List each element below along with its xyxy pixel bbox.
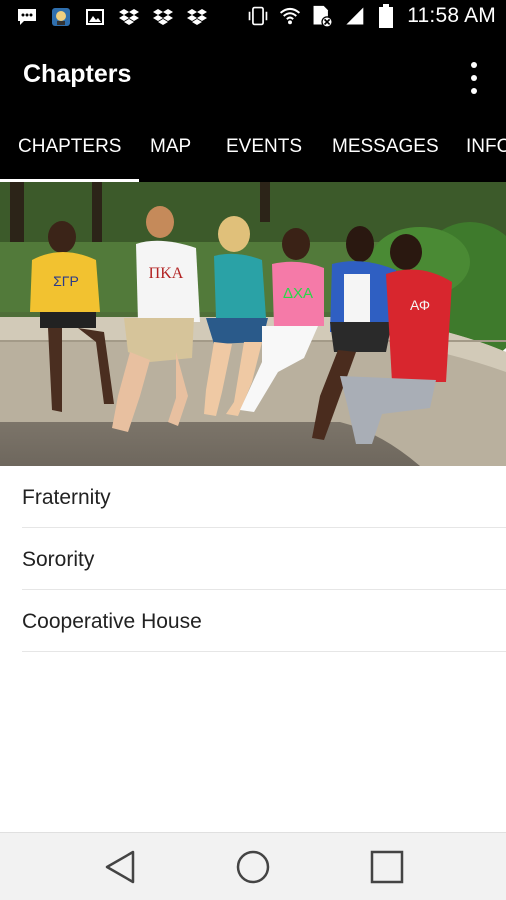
chapter-type-list: Fraternity Sorority Cooperative House (0, 466, 506, 652)
tab-info[interactable]: INFO (466, 116, 506, 182)
navigation-bar (0, 832, 506, 900)
tab-chapters[interactable]: CHAPTERS (0, 116, 141, 182)
list-item-sorority[interactable]: Sorority (22, 528, 506, 590)
home-icon[interactable] (233, 847, 273, 887)
battery-icon (375, 4, 397, 28)
shirt-letters-1: ΣΓΡ (53, 273, 79, 289)
tab-messages[interactable]: MESSAGES (332, 116, 439, 182)
list-item-label: Sorority (22, 548, 95, 571)
app-bar: Chapters (0, 38, 506, 116)
app-icon (50, 6, 72, 28)
sim-icon (311, 5, 334, 28)
vibrate-icon (247, 5, 269, 27)
shirt-letters-2: ΠΚΑ (149, 265, 184, 282)
dropbox-icon (186, 6, 208, 28)
more-vert-icon[interactable] (462, 62, 486, 94)
message-icon (16, 6, 38, 28)
recents-icon[interactable] (367, 847, 407, 887)
list-item-label: Fraternity (22, 486, 111, 509)
dropbox-icon (118, 6, 140, 28)
system-icons: 11:58 AM (247, 4, 496, 28)
signal-icon (343, 5, 365, 27)
status-bar: 11:58 AM (0, 0, 506, 38)
tab-bar: CHAPTERS MAP EVENTS MESSAGES INFO (0, 116, 506, 182)
hero-photo: ΣΓΡ ΠΚΑ ΔΧΑ ΑΦ (0, 182, 506, 466)
wifi-icon (279, 5, 301, 27)
list-item-fraternity[interactable]: Fraternity (22, 466, 506, 528)
list-item-label: Cooperative House (22, 610, 202, 633)
notification-icons (16, 6, 208, 28)
back-icon[interactable] (100, 847, 140, 887)
list-item-cooperative-house[interactable]: Cooperative House (22, 590, 506, 652)
shirt-letters-3: ΔΧΑ (283, 285, 313, 302)
tab-map[interactable]: MAP (150, 116, 191, 182)
status-time: 11:58 AM (407, 4, 496, 27)
dropbox-icon (152, 6, 174, 28)
shirt-letters-4: ΑΦ (410, 297, 430, 313)
page-title: Chapters (23, 60, 132, 88)
image-icon (84, 6, 106, 28)
tab-events[interactable]: EVENTS (226, 116, 302, 182)
